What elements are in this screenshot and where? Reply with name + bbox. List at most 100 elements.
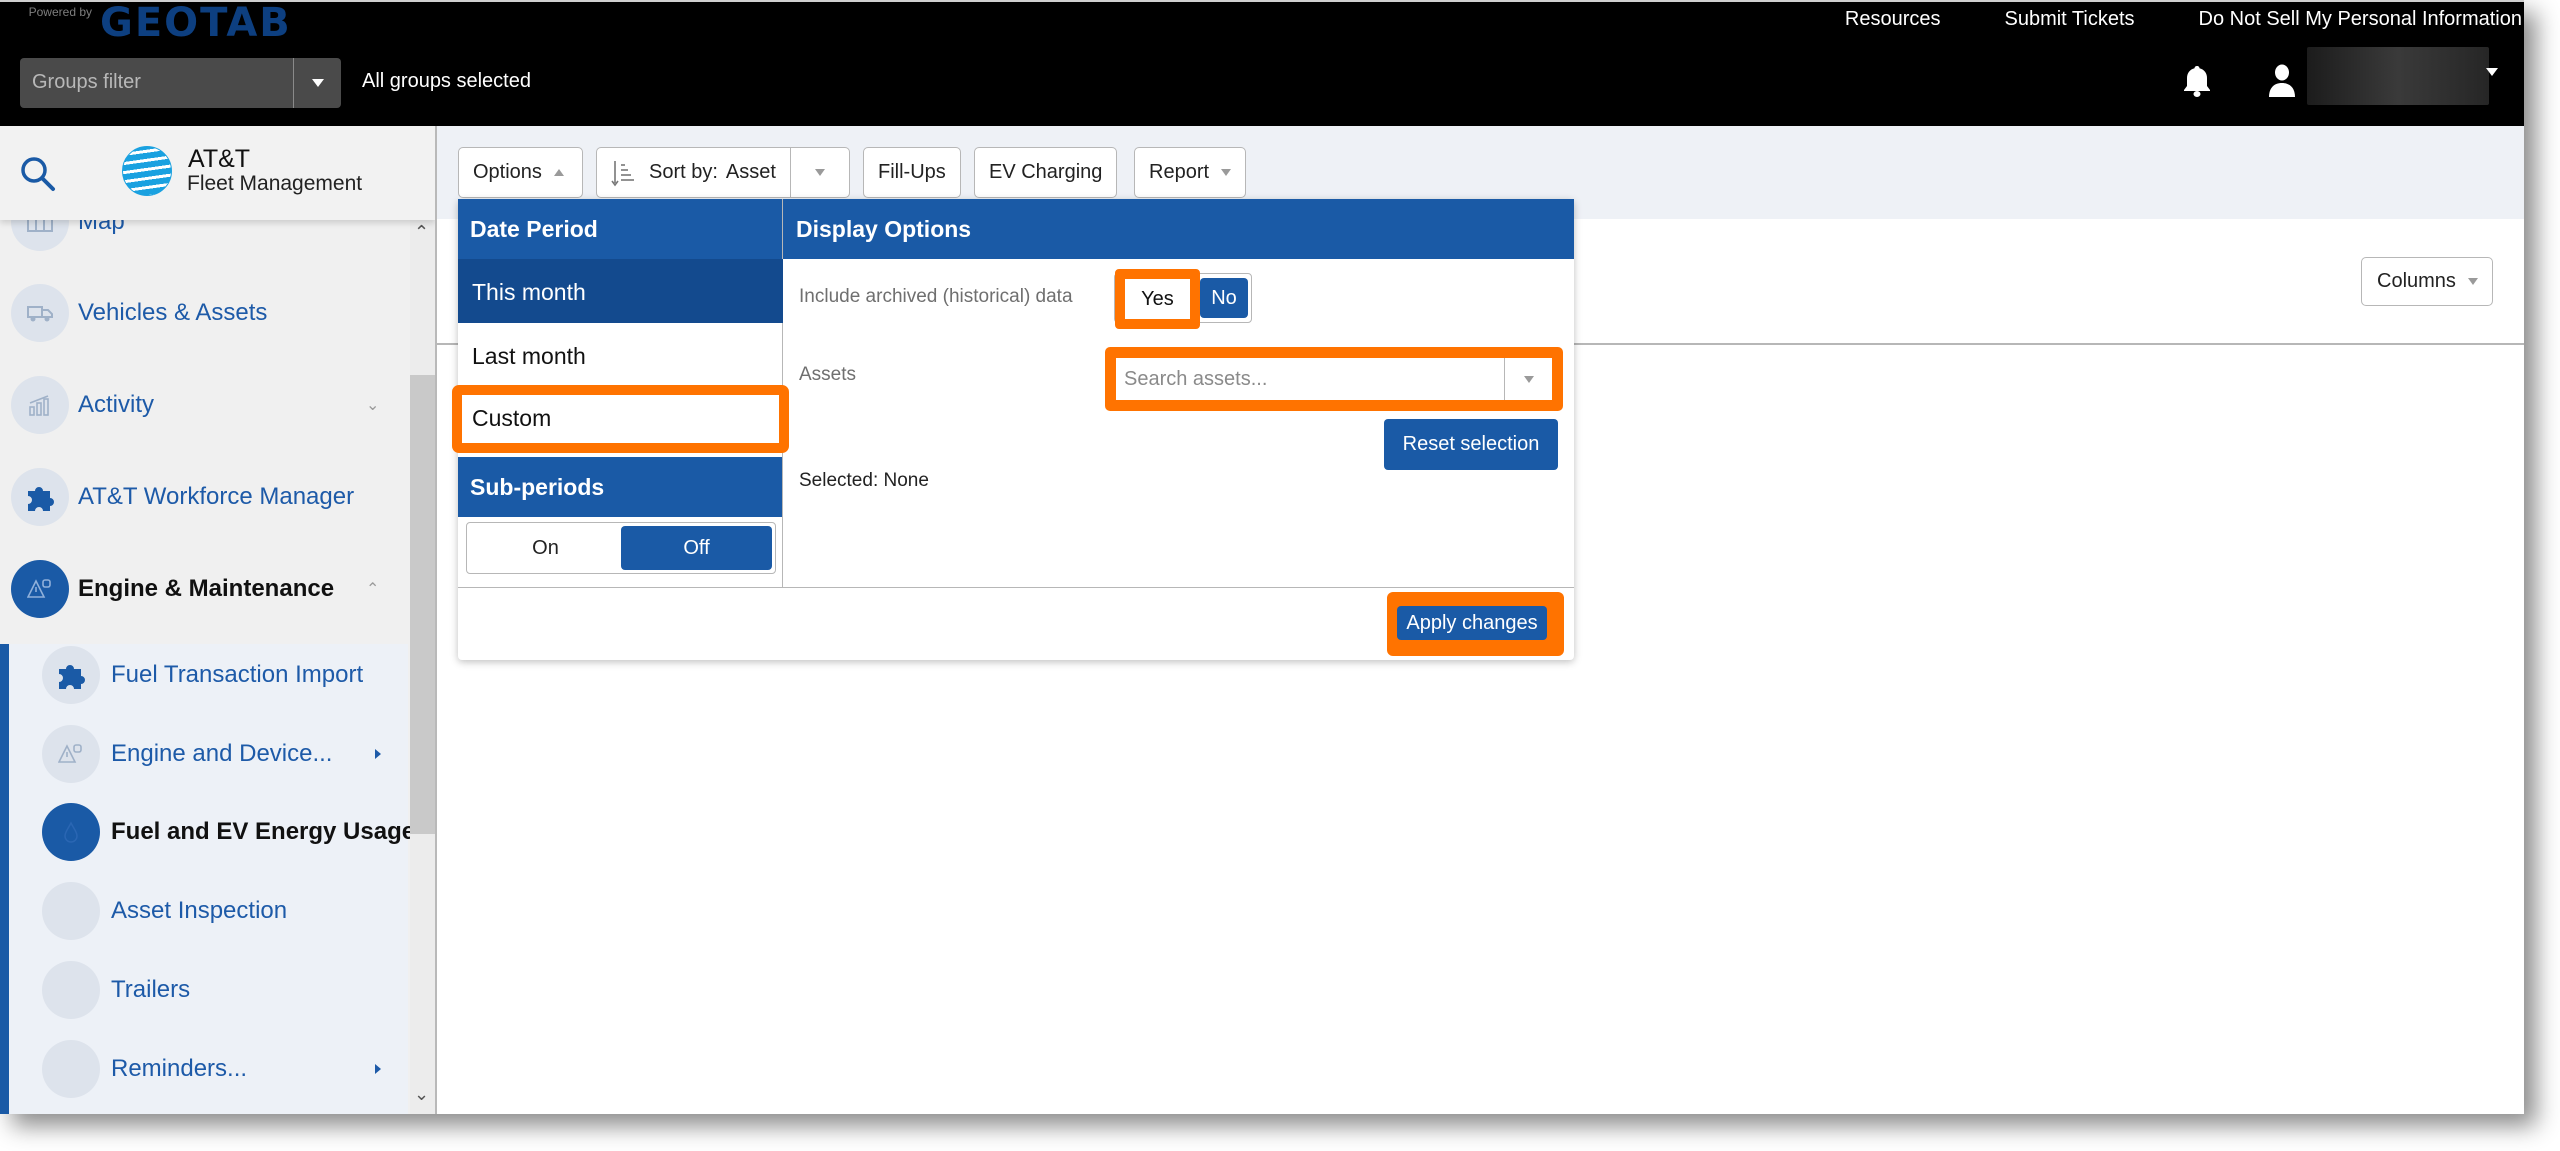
- sub-periods-toggle[interactable]: On Off: [466, 522, 776, 574]
- groups-filter-input[interactable]: Groups filter: [20, 58, 293, 108]
- sub-periods-off[interactable]: Off: [621, 526, 772, 570]
- sidebar-item-label: Engine & Maintenance: [78, 575, 335, 602]
- app-window: Powered by GEOTAB Groups filter All grou…: [0, 0, 2524, 1114]
- user-icon[interactable]: [2268, 64, 2296, 103]
- sidebar-item-label: Fuel and EV Energy Usage: [111, 818, 416, 845]
- report-label: Report: [1149, 161, 1210, 183]
- sidebar-item-label: Engine and Device...: [111, 740, 333, 767]
- groups-filter[interactable]: Groups filter: [20, 58, 341, 108]
- chevron-up-icon: [553, 169, 564, 176]
- archived-data-label: Include archived (historical) data: [799, 286, 1073, 307]
- search-icon[interactable]: [18, 154, 58, 194]
- sidebar-item-asset-inspection[interactable]: Asset Inspection: [0, 867, 408, 955]
- assets-label: Assets: [799, 364, 857, 385]
- period-custom[interactable]: Custom: [452, 385, 789, 453]
- sidebar-item-activity[interactable]: Activity ⌄: [0, 361, 408, 449]
- sort-icon: [611, 160, 634, 186]
- scroll-up-chevron-icon[interactable]: ⌃: [414, 222, 429, 243]
- fill-ups-button[interactable]: Fill-Ups: [863, 147, 961, 198]
- chevron-up-icon: ⌃: [366, 581, 380, 598]
- chevron-down-icon: [311, 79, 324, 87]
- reminder-icon: [42, 1040, 100, 1098]
- scroll-down-chevron-icon[interactable]: ⌄: [414, 1084, 429, 1105]
- sidebar-item-label: Activity: [78, 391, 155, 418]
- options-button[interactable]: Options: [458, 147, 583, 198]
- chevron-down-icon: [1523, 375, 1534, 383]
- display-options-heading: Display Options: [783, 199, 1574, 259]
- user-name-redacted[interactable]: [2307, 47, 2489, 105]
- chevron-down-icon: [814, 169, 825, 176]
- truck-icon: [11, 284, 69, 342]
- ev-charging-label: EV Charging: [989, 161, 1103, 183]
- top-header: Powered by GEOTAB Groups filter All grou…: [0, 2, 2524, 126]
- sidebar-item-engine-maintenance[interactable]: Engine & Maintenance ⌃: [0, 545, 408, 633]
- fill-ups-label: Fill-Ups: [878, 161, 946, 183]
- user-menu-chevron-down-icon[interactable]: [2486, 68, 2498, 94]
- sidebar-scrollbar-thumb[interactable]: [410, 375, 435, 834]
- archived-yes-button[interactable]: Yes: [1115, 269, 1200, 329]
- sub-periods-on[interactable]: On: [470, 526, 621, 570]
- trailer-icon: [42, 961, 100, 1019]
- assets-dropdown-button[interactable]: [1504, 358, 1552, 400]
- chevron-down-icon: ⌄: [366, 397, 380, 414]
- archived-data-toggle[interactable]: Yes No: [1114, 269, 1252, 329]
- sidebar-item-label: Trailers: [111, 976, 191, 1003]
- header-links: Resources Submit Tickets Do Not Sell My …: [1781, 8, 2522, 31]
- date-period-heading: Date Period: [458, 199, 782, 259]
- chevron-right-icon: [375, 749, 381, 759]
- archived-no-button[interactable]: No: [1200, 278, 1248, 318]
- apply-changes-button[interactable]: Apply changes: [1397, 606, 1547, 640]
- selected-assets-text: Selected: None: [799, 470, 929, 491]
- sidebar-item-label: Vehicles & Assets: [78, 299, 268, 326]
- reset-selection-button[interactable]: Reset selection: [1384, 419, 1558, 470]
- asset-inspection-icon: [42, 882, 100, 940]
- engine-warning-icon: [11, 560, 69, 618]
- chevron-down-icon: [2467, 278, 2478, 285]
- options-panel-footer: Apply changes: [458, 587, 1574, 660]
- sidebar-item-engine-device[interactable]: Engine and Device...: [0, 710, 408, 798]
- sort-by-value: Asset: [725, 161, 776, 183]
- ev-charging-button[interactable]: EV Charging: [974, 147, 1118, 198]
- sidebar: AT&T Fleet Management Map Vehicles & Ass…: [0, 126, 437, 1114]
- assets-search-input[interactable]: [1116, 358, 1504, 400]
- att-logo-subtitle: Fleet Management: [187, 172, 363, 195]
- columns-label: Columns: [2377, 270, 2456, 292]
- period-last-month[interactable]: Last month: [458, 323, 783, 387]
- chevron-down-icon: [1221, 169, 1232, 176]
- puzzle-icon: [42, 646, 100, 704]
- report-button[interactable]: Report: [1134, 147, 1247, 198]
- sidebar-item-workforce-manager[interactable]: AT&T Workforce Manager: [0, 453, 408, 541]
- sidebar-item-trailers[interactable]: Trailers: [0, 946, 408, 1034]
- groups-filter-dropdown-button[interactable]: [293, 58, 341, 108]
- att-globe-logo: [122, 146, 172, 196]
- sort-by-button[interactable]: Sort by: Asset: [596, 147, 850, 198]
- powered-by-label: Powered by: [28, 5, 92, 19]
- sidebar-item-vehicles-assets[interactable]: Vehicles & Assets: [0, 269, 408, 357]
- sidebar-item-fuel-transaction-import[interactable]: Fuel Transaction Import: [0, 631, 408, 719]
- submit-tickets-link[interactable]: Submit Tickets: [2004, 8, 2134, 31]
- att-logo-name: AT&T: [188, 145, 251, 173]
- sidebar-item-reminders[interactable]: Reminders...: [0, 1025, 408, 1113]
- period-this-month[interactable]: This month: [458, 259, 783, 323]
- engine-warning-icon: [42, 725, 100, 783]
- sub-periods-heading: Sub-periods: [458, 457, 782, 517]
- sort-by-label: Sort by:: [649, 161, 718, 183]
- assets-search[interactable]: [1105, 347, 1563, 411]
- fuel-drop-icon: [42, 803, 100, 861]
- options-panel: Date Period This month Last month Custom…: [452, 199, 1574, 660]
- sort-by-main[interactable]: Sort by: Asset: [597, 148, 791, 197]
- resources-link[interactable]: Resources: [1845, 8, 1941, 31]
- options-label: Options: [473, 161, 542, 183]
- chevron-right-icon: [375, 1064, 381, 1074]
- bell-icon[interactable]: [2182, 64, 2212, 103]
- sidebar-item-label: Reminders...: [111, 1055, 248, 1082]
- date-period-section: Date Period This month Last month Custom…: [452, 199, 789, 587]
- do-not-sell-link[interactable]: Do Not Sell My Personal Information: [2199, 8, 2522, 31]
- chart-icon: [11, 376, 69, 434]
- sidebar-item-label: Asset Inspection: [111, 897, 288, 924]
- sort-dropdown-button[interactable]: [791, 169, 849, 176]
- columns-button[interactable]: Columns: [2361, 257, 2493, 306]
- sidebar-logo-bar: AT&T Fleet Management: [0, 126, 435, 220]
- geotab-logo: GEOTAB: [100, 0, 292, 46]
- sidebar-item-fuel-ev-energy-usage[interactable]: Fuel and EV Energy Usage: [0, 788, 415, 876]
